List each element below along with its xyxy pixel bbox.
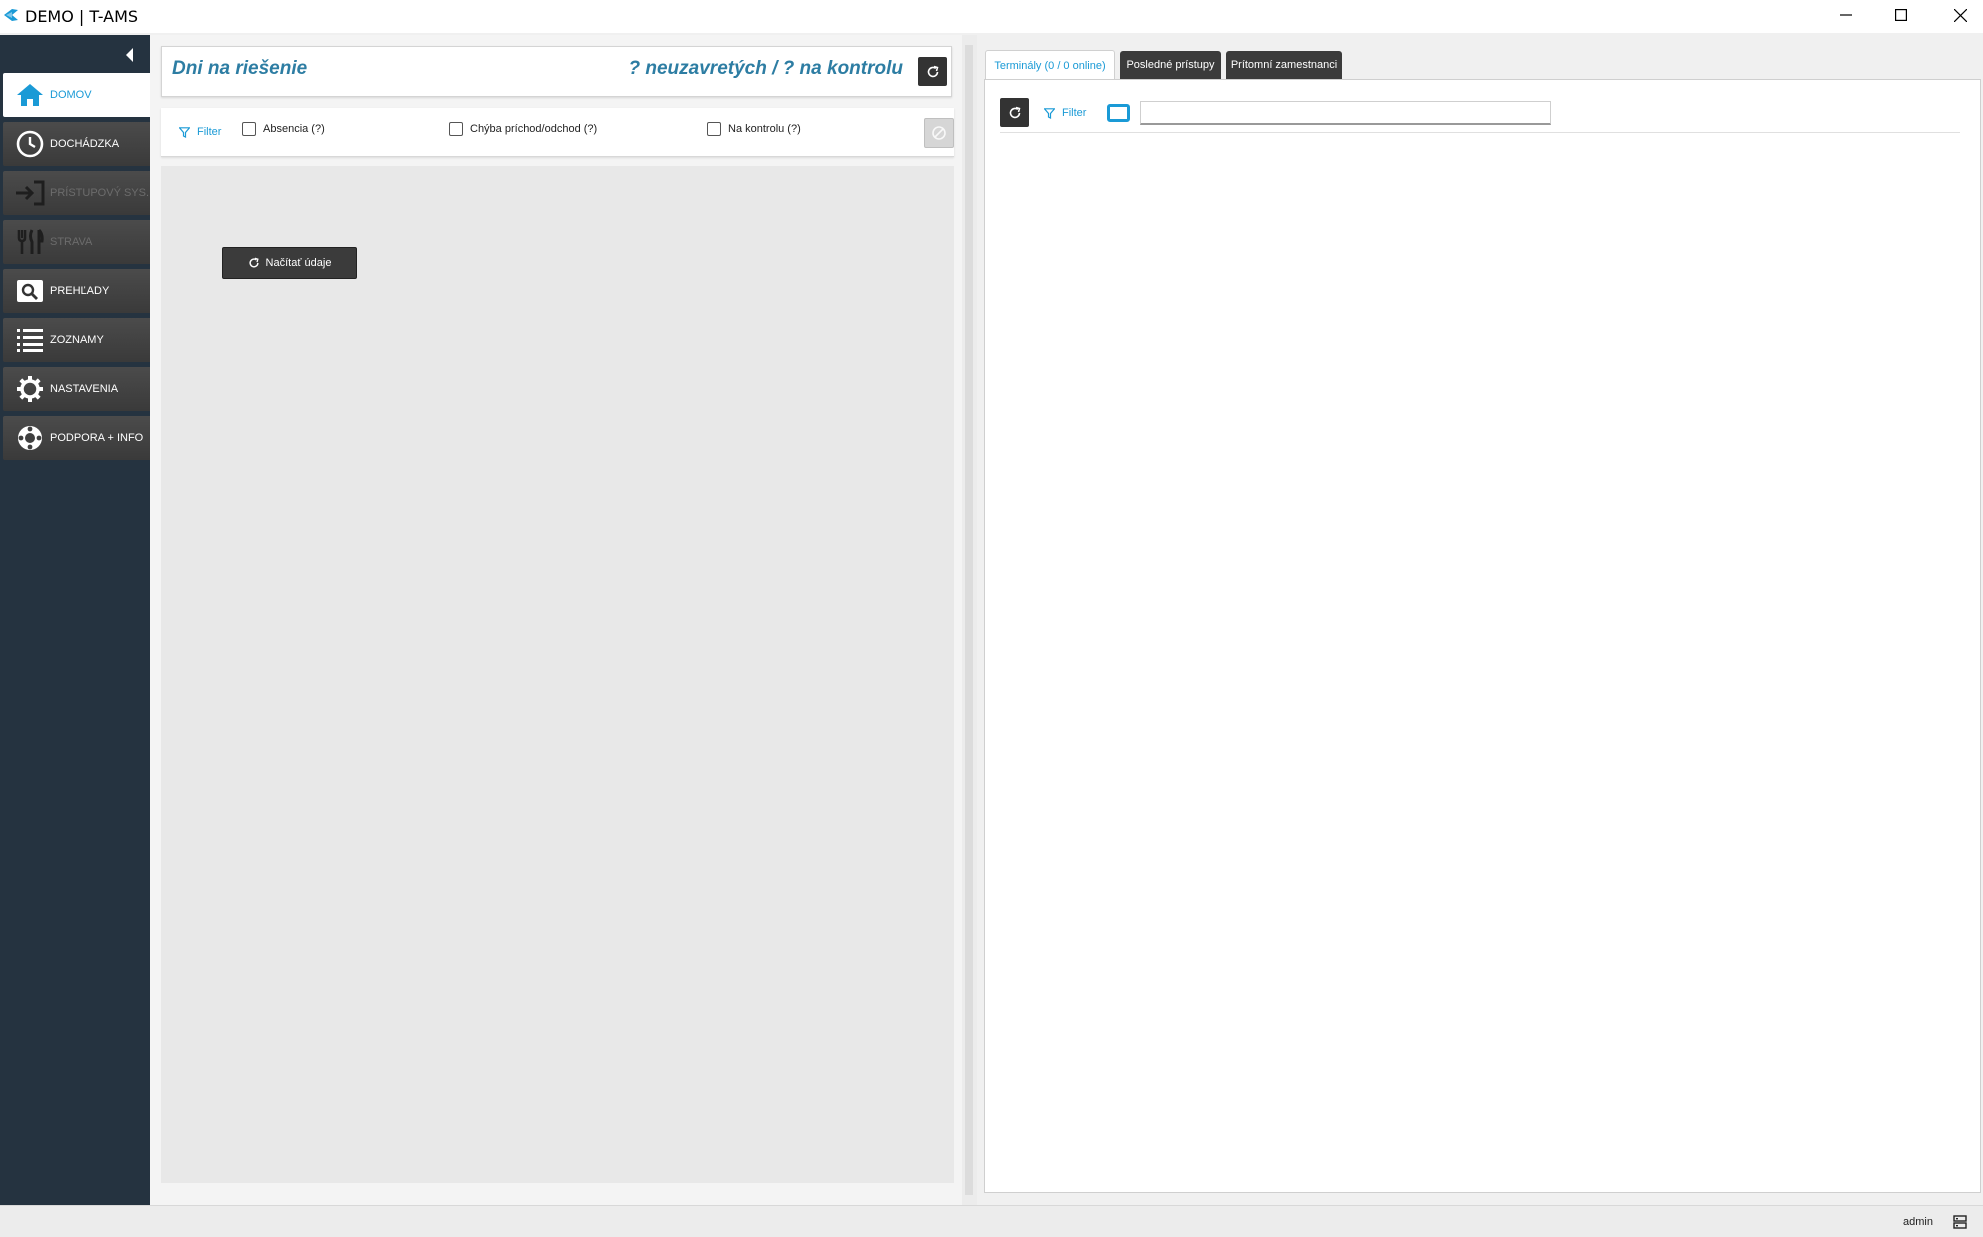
- filter-toggle[interactable]: Filter: [179, 126, 221, 138]
- refresh-icon: [249, 257, 259, 268]
- list-icon: [14, 324, 46, 356]
- filter-input[interactable]: [1140, 101, 1551, 125]
- sidebar-item-label: ZOZNAMY: [50, 334, 104, 346]
- terminals-toolbar: Filter: [1000, 95, 1960, 133]
- utensils-icon: [14, 226, 46, 258]
- load-data-button[interactable]: Načítať údaje: [222, 247, 357, 279]
- panel-title: Dni na riešenie: [172, 58, 308, 79]
- home-icon: [14, 79, 46, 111]
- collapse-sidebar-icon[interactable]: [120, 45, 140, 65]
- sidebar-item-label: PRÍSTUPOVÝ SYS.: [50, 187, 150, 199]
- search-icon: [14, 275, 46, 307]
- sidebar-item-prehlady[interactable]: PREHĽADY: [3, 269, 150, 313]
- tab-pritomni-zamestnanci[interactable]: Prítomní zamestnanci: [1226, 51, 1342, 79]
- filter-bar: Filter Absencia (?) Chýba príchod/odchod…: [161, 108, 954, 157]
- refresh-button[interactable]: [918, 57, 947, 86]
- checkbox-box[interactable]: [707, 122, 721, 136]
- sidebar-item-label: NASTAVENIA: [50, 383, 119, 395]
- window-title: DEMO | T-AMS: [25, 7, 139, 26]
- tab-terminaly[interactable]: Terminály (0 / 0 online): [985, 50, 1115, 80]
- clear-filter-button[interactable]: [924, 118, 954, 148]
- terminals-panel: Terminály (0 / 0 online) Posledné prístu…: [977, 35, 1983, 1205]
- days-to-resolve-panel: Dni na riešenie ? neuzavretých / ? na ko…: [150, 35, 962, 1205]
- app-window: DEMO | T-AMS DOMOV DOCHÁDZKA PRÍSTUPOVÝ …: [0, 0, 1983, 1237]
- sidebar-item-label: STRAVA: [50, 236, 93, 248]
- terminals-tab-content: Filter: [984, 79, 1981, 1193]
- tab-posledne-pristupy[interactable]: Posledné prístupy: [1120, 51, 1221, 79]
- server-icon[interactable]: [1953, 1215, 1967, 1229]
- filter-mode-toggle[interactable]: [1107, 104, 1130, 122]
- sidebar-item-strava[interactable]: STRAVA: [3, 220, 150, 264]
- tab-label: Posledné prístupy: [1126, 59, 1215, 71]
- checkbox-box[interactable]: [242, 122, 256, 136]
- tab-label: Prítomní zamestnanci: [1230, 59, 1338, 71]
- app-logo-icon: [4, 9, 18, 21]
- close-button[interactable]: [1931, 0, 1983, 30]
- filter-toggle[interactable]: Filter: [1044, 107, 1086, 119]
- status-bar: admin: [0, 1205, 1983, 1237]
- sidebar-item-nastavenia[interactable]: NASTAVENIA: [3, 367, 150, 411]
- checkbox-label: Chýba príchod/odchod (?): [470, 123, 598, 135]
- clear-icon: [932, 126, 946, 140]
- lifebuoy-icon: [14, 422, 46, 454]
- sidebar-item-label: PREHĽADY: [50, 285, 110, 297]
- filter-icon: [179, 126, 190, 138]
- panel-splitter[interactable]: [962, 35, 977, 1205]
- refresh-icon: [927, 65, 938, 77]
- maximize-icon: [1895, 9, 1907, 21]
- title-bar: DEMO | T-AMS: [0, 0, 1983, 33]
- checkbox-box[interactable]: [449, 122, 463, 136]
- refresh-icon: [1009, 106, 1020, 118]
- tab-label: Terminály (0 / 0 online): [994, 59, 1106, 72]
- current-user: admin: [1903, 1216, 1933, 1228]
- sidebar-item-label: DOCHÁDZKA: [50, 138, 120, 150]
- to-review-checkbox[interactable]: Na kontrolu (?): [707, 122, 801, 136]
- checkbox-label: Na kontrolu (?): [728, 123, 801, 135]
- sidebar-item-dochadzka[interactable]: DOCHÁDZKA: [3, 122, 150, 166]
- checkbox-label: Absencia (?): [263, 123, 325, 135]
- login-icon: [14, 177, 46, 209]
- splitter-grip[interactable]: [965, 45, 973, 1195]
- sidebar-item-podpora-info[interactable]: PODPORA + INFO: [3, 416, 150, 460]
- missing-arrival-departure-checkbox[interactable]: Chýba príchod/odchod (?): [449, 122, 597, 136]
- refresh-button[interactable]: [1000, 98, 1029, 127]
- clock-icon: [14, 128, 46, 160]
- minimize-icon: [1840, 14, 1852, 16]
- filter-label: Filter: [197, 126, 222, 138]
- maximize-button[interactable]: [1872, 0, 1930, 30]
- panel-header: Dni na riešenie ? neuzavretých / ? na ko…: [161, 46, 952, 97]
- sidebar-item-zoznamy[interactable]: ZOZNAMY: [3, 318, 150, 362]
- sidebar-item-domov[interactable]: DOMOV: [3, 73, 150, 117]
- gear-icon: [14, 373, 46, 405]
- load-data-label: Načítať údaje: [265, 257, 332, 269]
- filter-icon: [1044, 107, 1055, 119]
- sidebar-item-label: DOMOV: [50, 89, 92, 101]
- unresolved-summary: ? neuzavretých / ? na kontrolu: [628, 58, 904, 79]
- absencia-checkbox[interactable]: Absencia (?): [242, 122, 325, 136]
- days-list-area: Načítať údaje: [161, 166, 954, 1183]
- sidebar-item-pristupovy-sys[interactable]: PRÍSTUPOVÝ SYS.: [3, 171, 150, 215]
- close-icon: [1953, 8, 1967, 22]
- minimize-button[interactable]: [1817, 0, 1875, 30]
- sidebar-item-label: PODPORA + INFO: [50, 432, 144, 444]
- sidebar: DOMOV DOCHÁDZKA PRÍSTUPOVÝ SYS. STRAVA P: [0, 35, 150, 1205]
- filter-label: Filter: [1062, 107, 1087, 119]
